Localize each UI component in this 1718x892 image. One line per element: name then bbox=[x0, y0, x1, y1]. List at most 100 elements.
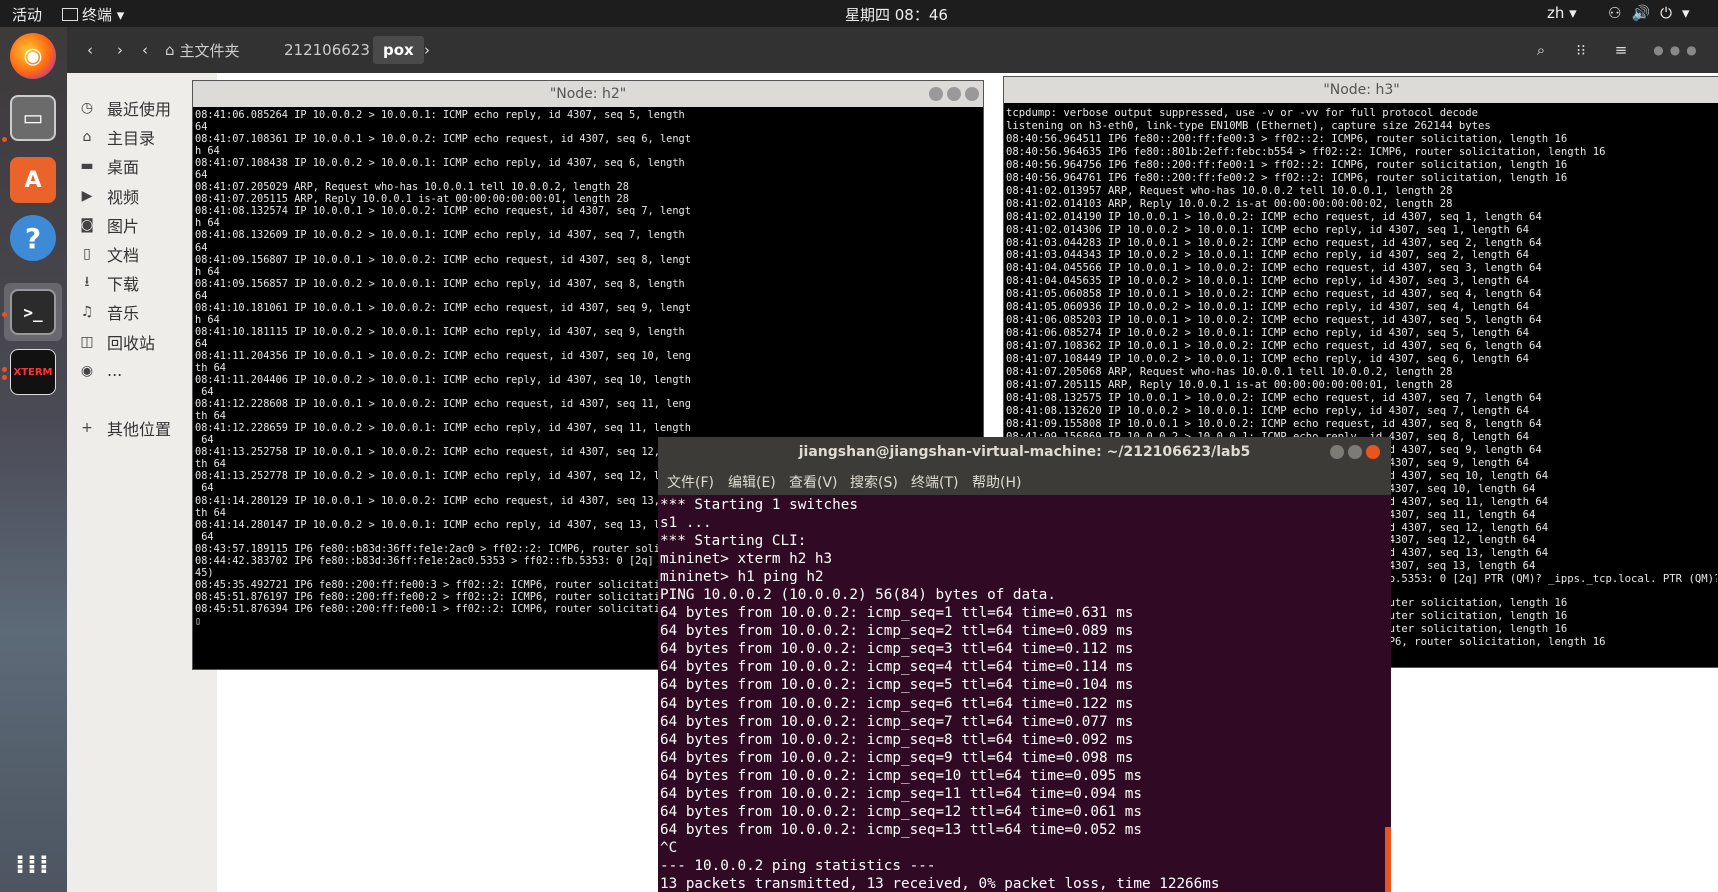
gnome-terminal-window[interactable]: jiangshan@jiangshan-virtual-machine: ~/2… bbox=[658, 437, 1391, 892]
terminal-line: tcpdump: verbose output suppressed, use … bbox=[1006, 107, 1478, 119]
back-button[interactable]: ‹ bbox=[77, 36, 103, 64]
disc-icon: ◉ bbox=[80, 362, 94, 379]
menu-file[interactable]: 文件(F) bbox=[667, 472, 714, 492]
dock: ◉ ▭ A ? >_ XTERM ⁞⁞⁞ bbox=[0, 27, 67, 892]
minimize-button[interactable] bbox=[929, 87, 943, 101]
terminal-line: 08:41:12.228608 IP 10.0.0.1 > 10.0.0.2: … bbox=[195, 398, 691, 411]
search-icon[interactable]: ⌕ bbox=[1527, 36, 1555, 64]
menu-help[interactable]: 帮助(H) bbox=[972, 472, 1021, 492]
files-icon[interactable]: ▭ bbox=[10, 95, 56, 141]
sidebar-item-label: ... bbox=[107, 361, 123, 381]
menu-terminal[interactable]: 终端(T) bbox=[911, 472, 958, 492]
xterm-icon[interactable]: XTERM bbox=[10, 349, 56, 395]
terminal-line: 64 bbox=[195, 289, 208, 302]
terminal-line: 64 bytes from 10.0.0.2: icmp_seq=6 ttl=6… bbox=[660, 695, 1134, 712]
terminal-line: 08:41:03.044343 IP 10.0.0.2 > 10.0.0.1: … bbox=[1006, 249, 1529, 262]
window-controls[interactable]: ●●● bbox=[1643, 36, 1713, 64]
menu-search[interactable]: 搜索(S) bbox=[850, 472, 898, 492]
terminal-line: 08:41:11.204406 IP 10.0.0.2 > 10.0.0.1: … bbox=[195, 374, 691, 387]
download-icon: ⭳ bbox=[84, 274, 90, 291]
clock[interactable]: 星期四 08：46 bbox=[845, 4, 948, 25]
terminal-line: h 64 bbox=[195, 145, 220, 158]
close-button[interactable] bbox=[1366, 445, 1380, 459]
input-language-menu[interactable]: zh ▾ bbox=[1547, 4, 1577, 22]
terminal-line: 08:41:09.155808 IP 10.0.0.1 > 10.0.0.2: … bbox=[1006, 417, 1542, 430]
terminal-line: *** Starting 1 switches bbox=[660, 497, 858, 513]
terminal-line: 08:41:07.108361 IP 10.0.0.1 > 10.0.0.2: … bbox=[195, 133, 691, 146]
sidebar-item-label: 下载 bbox=[107, 275, 140, 295]
sidebar-item-label: 桌面 bbox=[107, 158, 140, 178]
terminal-line: 08:41:12.228659 IP 10.0.0.2 > 10.0.0.1: … bbox=[195, 422, 691, 435]
terminal-line: 64 bytes from 10.0.0.2: icmp_seq=2 ttl=6… bbox=[660, 623, 1134, 640]
sidebar-item-label: 音乐 bbox=[107, 304, 140, 324]
top-bar: 活动 终端 ▾ 星期四 08：46 zh ▾ ⚇🔊⏻▾ bbox=[0, 0, 1718, 27]
camera-icon: ◙ bbox=[80, 216, 94, 233]
terminal-line: 08:41:06.085264 IP 10.0.0.2 > 10.0.0.1: … bbox=[195, 109, 685, 121]
scrollbar[interactable] bbox=[1385, 827, 1391, 892]
sidebar-item-label: 文档 bbox=[107, 246, 140, 265]
help-icon[interactable]: ? bbox=[10, 215, 56, 261]
terminal-line: 64 bbox=[195, 386, 214, 399]
terminal-line: h 64 bbox=[195, 217, 220, 230]
terminal-app-icon bbox=[62, 8, 78, 21]
app-menu-terminal[interactable]: 终端 ▾ bbox=[62, 4, 124, 25]
view-toggle-icon[interactable]: ⁝⁝ bbox=[1567, 36, 1595, 64]
terminal-icon[interactable]: >_ bbox=[10, 289, 56, 335]
menu-edit[interactable]: 编辑(E) bbox=[728, 472, 776, 492]
window-title[interactable]: "Node: h2" bbox=[193, 81, 983, 107]
terminal-line: 08:41:08.132574 IP 10.0.0.1 > 10.0.0.2: … bbox=[195, 205, 691, 218]
sidebar-item-label: 回收站 bbox=[107, 333, 156, 353]
sidebar-item-label: 其他位置 bbox=[107, 420, 172, 439]
terminal-line: 08:41:07.205115 ARP, Reply 10.0.0.1 is-a… bbox=[195, 193, 629, 206]
terminal-line: ^C bbox=[660, 839, 678, 856]
breadcrumb-scroll-left[interactable]: ‹ bbox=[139, 36, 151, 64]
software-center-icon[interactable]: A bbox=[10, 157, 56, 203]
terminal-line: 08:41:07.108438 IP 10.0.0.2 > 10.0.0.1: … bbox=[195, 157, 685, 170]
terminal-line: 08:40:56.964761 IP6 fe80::200:ff:fe00:2 … bbox=[1006, 171, 1568, 184]
terminal-line: 08:41:05.060936 IP 10.0.0.2 > 10.0.0.1: … bbox=[1006, 301, 1529, 314]
terminal-line: 64 bytes from 10.0.0.2: icmp_seq=1 ttl=6… bbox=[660, 605, 1134, 622]
terminal-line: 08:41:07.108362 IP 10.0.0.1 > 10.0.0.2: … bbox=[1006, 340, 1542, 353]
breadcrumb-home[interactable]: ⌂ 主文件夹 bbox=[155, 36, 250, 64]
terminal-line: 64 bbox=[195, 337, 208, 350]
window-title[interactable]: jiangshan@jiangshan-virtual-machine: ~/2… bbox=[658, 437, 1391, 467]
maximize-button[interactable] bbox=[947, 87, 961, 101]
forward-button[interactable]: › bbox=[107, 36, 133, 64]
breadcrumb-pox[interactable]: pox bbox=[373, 36, 424, 64]
terminal-line: PING 10.0.0.2 (10.0.0.2) 56(84) bytes of… bbox=[660, 587, 1056, 604]
terminal-line: 08:41:07.108449 IP 10.0.0.2 > 10.0.0.1: … bbox=[1006, 353, 1529, 366]
maximize-button[interactable] bbox=[1348, 445, 1362, 459]
terminal-line: 08:41:10.181115 IP 10.0.0.2 > 10.0.0.1: … bbox=[195, 325, 685, 338]
minimize-button[interactable] bbox=[1330, 445, 1344, 459]
file-manager-header: ‹ › ‹ ⌂ 主文件夹 212106623 pox › ⌕ ⁝⁝ ≡ ●●● bbox=[67, 27, 1718, 73]
document-icon: ▯ bbox=[83, 246, 91, 262]
running-indicator bbox=[2, 367, 7, 372]
terminal-output[interactable]: *** Starting 1 switches s1 ... *** Startin… bbox=[660, 496, 1375, 892]
terminal-line: 08:40:56.964635 IP6 fe80::801b:2eff:febc… bbox=[1006, 145, 1606, 158]
menu-icon[interactable]: ≡ bbox=[1607, 36, 1635, 64]
terminal-line: 64 bbox=[195, 169, 208, 182]
breadcrumb-scroll-right[interactable]: › bbox=[421, 36, 433, 64]
system-status-menu[interactable]: ⚇🔊⏻▾ bbox=[1608, 4, 1700, 22]
terminal-line: 64 bytes from 10.0.0.2: icmp_seq=4 ttl=6… bbox=[660, 659, 1134, 676]
window-title[interactable]: "Node: h3" bbox=[1004, 77, 1718, 103]
firefox-icon[interactable]: ◉ bbox=[10, 33, 56, 79]
terminal-line: 64 bytes from 10.0.0.2: icmp_seq=8 ttl=6… bbox=[660, 731, 1134, 748]
terminal-line: 64 bytes from 10.0.0.2: icmp_seq=7 ttl=6… bbox=[660, 713, 1134, 730]
terminal-line: 08:41:10.181061 IP 10.0.0.1 > 10.0.0.2: … bbox=[195, 301, 691, 314]
close-button[interactable] bbox=[965, 87, 979, 101]
running-indicator bbox=[2, 137, 7, 142]
menu-view[interactable]: 查看(V) bbox=[789, 472, 838, 492]
activities-button[interactable]: 活动 bbox=[12, 4, 42, 25]
terminal-line: h 64 bbox=[195, 313, 220, 326]
terminal-line: th 64 bbox=[195, 410, 226, 423]
show-applications-icon[interactable]: ⁞⁞⁞ bbox=[10, 842, 56, 888]
breadcrumb-212106623[interactable]: 212106623 bbox=[274, 36, 380, 64]
terminal-line: 08:41:06.085274 IP 10.0.0.2 > 10.0.0.1: … bbox=[1006, 327, 1529, 340]
terminal-line: s1 ... bbox=[660, 515, 712, 532]
terminal-line: h 64 bbox=[195, 265, 220, 278]
plus-icon: + bbox=[81, 420, 93, 436]
running-indicator bbox=[2, 312, 7, 317]
terminal-line: mininet> xterm h2 h3 bbox=[660, 551, 833, 568]
terminal-line: 08:41:02.014103 ARP, Reply 10.0.0.2 is-a… bbox=[1006, 197, 1453, 210]
